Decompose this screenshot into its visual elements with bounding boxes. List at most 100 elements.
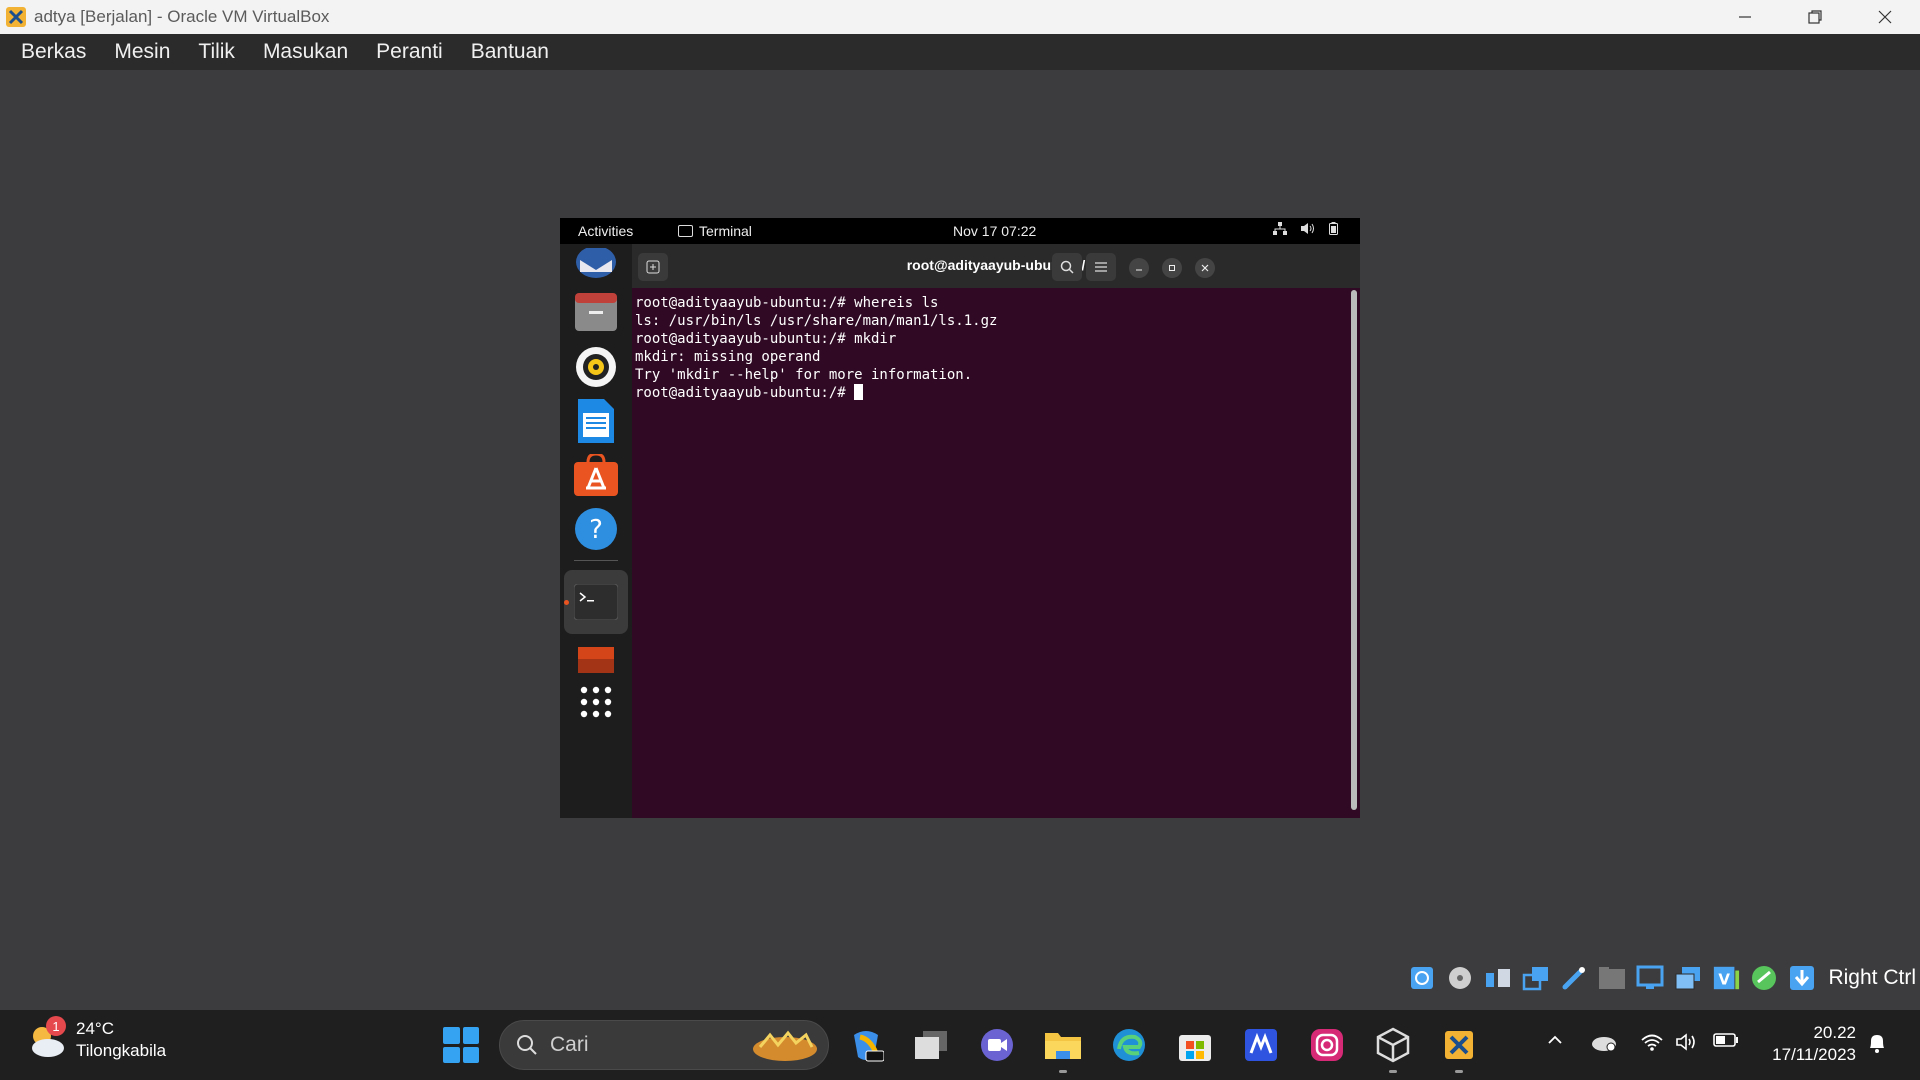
- shared-folders-status[interactable]: [1598, 964, 1626, 992]
- terminal-scrollbar[interactable]: [1351, 290, 1357, 810]
- usb-icon: [1562, 967, 1586, 990]
- dock-files[interactable]: [574, 291, 618, 335]
- system-menu[interactable]: [1273, 222, 1338, 235]
- taskbar-search[interactable]: Cari: [499, 1020, 829, 1070]
- teams-chat-icon: [981, 1029, 1013, 1061]
- taskbar-edge[interactable]: [1109, 1025, 1149, 1065]
- menu-berkas[interactable]: Berkas: [9, 40, 98, 64]
- terminal-prompt-line: root@adityaayub-ubuntu:/#: [635, 384, 1335, 402]
- window-titlebar: adtya [Berjalan] - Oracle VM VirtualBox: [0, 0, 1920, 34]
- dock-ubuntu[interactable]: [574, 636, 618, 680]
- audio-status[interactable]: [1484, 964, 1512, 992]
- optical-drive-status[interactable]: [1446, 964, 1474, 992]
- start-button[interactable]: [443, 1027, 479, 1063]
- dock-app-center[interactable]: [574, 453, 618, 497]
- taskbar-copilot[interactable]: [846, 1025, 886, 1065]
- minimize-button[interactable]: [1710, 0, 1780, 34]
- folder-icon: [1599, 967, 1626, 989]
- terminal-line: Try 'mkdir --help' for more information.: [635, 367, 973, 383]
- virtualbox-icon: [6, 7, 26, 27]
- close-button[interactable]: [1850, 0, 1920, 34]
- optical-disc-icon: [1449, 967, 1472, 989]
- display-status[interactable]: [1636, 964, 1664, 992]
- menu-masukan[interactable]: Masukan: [251, 40, 360, 64]
- terminal-line: root@adityaayub-ubuntu:/# mkdir: [635, 331, 897, 347]
- dock-help[interactable]: ?: [574, 507, 618, 551]
- battery-icon: [1713, 1033, 1738, 1047]
- taskbar-teams[interactable]: [977, 1025, 1017, 1065]
- menu-peranti[interactable]: Peranti: [364, 40, 455, 64]
- tray-onedrive[interactable]: [1591, 1032, 1617, 1057]
- hamburger-menu-button[interactable]: [1086, 253, 1116, 281]
- thunderbird-icon: [576, 248, 616, 278]
- notifications-button[interactable]: [1867, 1032, 1887, 1059]
- taskbar-virtualbox[interactable]: [1373, 1025, 1413, 1073]
- window-title: adtya [Berjalan] - Oracle VM VirtualBox: [34, 7, 330, 26]
- files-icon: [575, 293, 617, 331]
- svg-text:V: V: [1719, 971, 1731, 989]
- taskbar-clock[interactable]: 20.22 17/11/2023: [1772, 1022, 1856, 1066]
- terminal-headerbar[interactable]: root@adityaayub-ubuntu: /: [632, 244, 1360, 288]
- menu-bar: Berkas Mesin Tilik Masukan Peranti Bantu…: [0, 34, 1920, 70]
- running-indicator: [1455, 1070, 1463, 1073]
- ubuntu-dock: ?: [560, 244, 632, 818]
- dock-thunderbird[interactable]: [574, 244, 618, 288]
- keyboard-capture-status[interactable]: [1788, 964, 1816, 992]
- vtx-status[interactable]: V: [1712, 964, 1740, 992]
- recording-status[interactable]: [1674, 964, 1702, 992]
- terminal-line: mkdir: missing operand: [635, 349, 821, 365]
- activities-button[interactable]: Activities: [578, 223, 633, 239]
- hard-disk-status[interactable]: [1408, 964, 1436, 992]
- network-status[interactable]: [1522, 964, 1550, 992]
- app-menu[interactable]: Terminal: [678, 223, 752, 239]
- taskbar-task-view[interactable]: [911, 1025, 951, 1065]
- copilot-icon: [854, 1031, 884, 1062]
- task-view-icon: [915, 1031, 947, 1059]
- gnome-clock[interactable]: Nov 17 07:22: [953, 223, 1036, 239]
- edge-icon: [1113, 1029, 1145, 1061]
- terminal-window[interactable]: root@adityaayub-ubuntu: / root@adityaayu…: [632, 244, 1360, 818]
- search-highlight-icon: [753, 1030, 817, 1061]
- cloud-icon: [1592, 1037, 1616, 1052]
- taskbar-instagram[interactable]: [1307, 1025, 1347, 1065]
- svg-text:?: ?: [589, 515, 603, 545]
- mouse-integration-status[interactable]: [1750, 964, 1778, 992]
- network-adapter-icon: [1523, 967, 1549, 991]
- menu-bantuan[interactable]: Bantuan: [459, 40, 561, 64]
- dock-rhythmbox[interactable]: [574, 345, 618, 389]
- restore-icon: [1808, 10, 1822, 24]
- taskbar-file-explorer[interactable]: [1043, 1025, 1083, 1073]
- terminal-cursor: [854, 384, 864, 400]
- taskbar-ms-store[interactable]: [1175, 1025, 1215, 1065]
- download-arrow-icon: [1790, 966, 1815, 990]
- terminal-small-icon: [678, 225, 693, 237]
- tray-volume[interactable]: [1676, 1032, 1700, 1057]
- virtualbox-icon: [1445, 1031, 1473, 1059]
- search-icon: [1060, 260, 1074, 274]
- search-button[interactable]: [1052, 253, 1082, 281]
- restore-button[interactable]: [1780, 0, 1850, 34]
- dock-writer[interactable]: [574, 399, 618, 443]
- dock-separator: [574, 560, 618, 561]
- terminal-close-button[interactable]: [1195, 258, 1215, 278]
- dock-show-apps[interactable]: [574, 680, 618, 724]
- tray-overflow-button[interactable]: [1547, 1032, 1563, 1053]
- taskbar-vbox-vm[interactable]: [1439, 1025, 1479, 1073]
- terminal-minimize-button[interactable]: [1129, 258, 1149, 278]
- weather-widget[interactable]: 1 24°C Tilongkabila: [26, 1016, 166, 1062]
- tray-wifi[interactable]: [1640, 1032, 1664, 1057]
- chevron-up-icon: [1548, 1035, 1562, 1044]
- dock-terminal[interactable]: [564, 570, 628, 634]
- taskbar-vscode-like[interactable]: [1241, 1025, 1281, 1065]
- clock-date: 17/11/2023: [1772, 1045, 1856, 1064]
- tray-battery[interactable]: [1713, 1032, 1739, 1053]
- usb-status[interactable]: [1560, 964, 1588, 992]
- menu-tilik[interactable]: Tilik: [186, 40, 247, 64]
- maximize-icon: [1169, 265, 1175, 271]
- vm-screen[interactable]: Activities Terminal Nov 17 07:22 ? root@…: [560, 218, 1360, 818]
- wifi-icon: [1641, 1034, 1663, 1051]
- running-indicator: [1389, 1070, 1397, 1073]
- menu-mesin[interactable]: Mesin: [102, 40, 182, 64]
- terminal-maximize-button[interactable]: [1162, 258, 1182, 278]
- terminal-output[interactable]: root@adityaayub-ubuntu:/# whereis ls ls: …: [635, 294, 1335, 402]
